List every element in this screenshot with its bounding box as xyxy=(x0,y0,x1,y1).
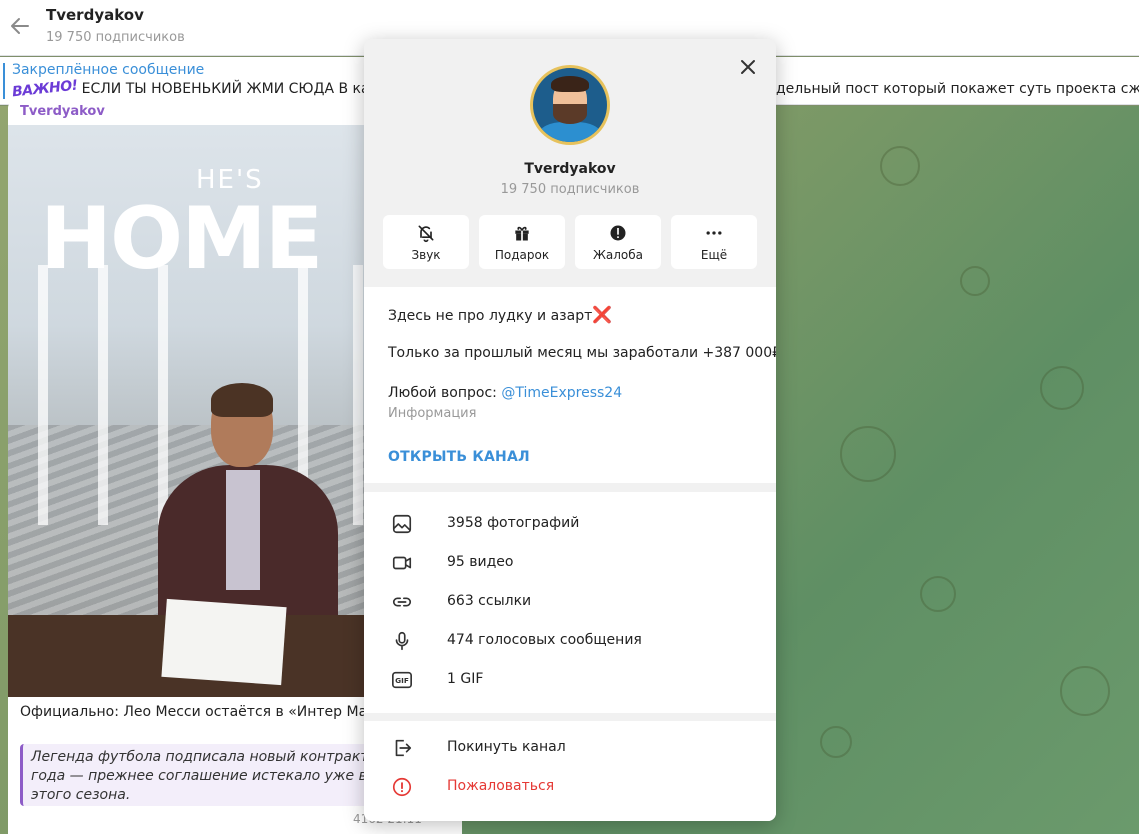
description-line-3: Любой вопрос: @TimeExpress24 xyxy=(388,385,622,401)
stadium-pillar xyxy=(38,265,48,525)
leave-icon xyxy=(395,739,412,757)
doodle-decoration xyxy=(1060,666,1110,716)
report-button[interactable]: Жалоба xyxy=(575,215,661,269)
contract-paper xyxy=(161,598,287,686)
contact-link[interactable]: @TimeExpress24 xyxy=(501,385,622,401)
svg-text:GIF: GIF xyxy=(395,676,409,685)
media-row-label: 663 ссылки xyxy=(447,593,532,609)
pinned-text: ВАЖНО! ЕСЛИ ТЫ НОВЕНЬКИЙ ЖМИ СЮДА В кан xyxy=(11,78,379,101)
pinned-text-tail: дельный пост который покажет суть проект… xyxy=(776,81,1139,97)
channel-avatar[interactable] xyxy=(530,65,610,145)
leave-channel-row[interactable]: Покинуть канал xyxy=(364,728,776,767)
photo-text-big: HOME xyxy=(40,189,323,289)
stadium-pillar xyxy=(158,265,168,525)
report-channel-label: Пожаловаться xyxy=(447,778,555,794)
more-button[interactable]: Ещё xyxy=(671,215,757,269)
media-row-photos[interactable]: 3958 фотографий xyxy=(364,504,776,543)
channel-description: Здесь не про лудку и азарт❌ Только за пр… xyxy=(364,287,776,483)
gift-button[interactable]: Подарок xyxy=(479,215,565,269)
media-row-label: 474 голосовых сообщения xyxy=(447,632,642,648)
post-caption: Официально: Лео Месси остаётся в «Интер … xyxy=(20,704,385,720)
media-row-label: 95 видео xyxy=(447,554,514,570)
channel-title[interactable]: Tverdyakov xyxy=(46,6,144,24)
shared-media-list: 3958 фотографий 95 видео 663 ссылки 474 … xyxy=(364,492,776,713)
info-caption: Информация xyxy=(388,406,477,421)
open-channel-button[interactable]: ОТКРЫТЬ КАНАЛ xyxy=(388,449,530,465)
alert-icon xyxy=(610,225,626,241)
report-button-label: Жалоба xyxy=(592,248,644,262)
avatar-beard xyxy=(553,104,587,124)
leave-channel-label: Покинуть канал xyxy=(447,739,566,755)
close-icon[interactable] xyxy=(736,55,760,79)
media-row-label: 1 GIF xyxy=(447,671,484,687)
media-row-videos[interactable]: 95 видео xyxy=(364,543,776,582)
media-row-voice[interactable]: 474 голосовых сообщения xyxy=(364,621,776,660)
doodle-decoration xyxy=(960,266,990,296)
more-button-label: Ещё xyxy=(700,248,728,262)
doodle-decoration xyxy=(920,576,956,612)
media-row-gifs[interactable]: GIF 1 GIF xyxy=(364,660,776,699)
description-line-1-text: Здесь не про лудку и азарт xyxy=(388,308,593,324)
modal-subscribers: 19 750 подписчиков xyxy=(500,182,640,197)
person-hair xyxy=(211,383,273,417)
pinned-text-content: ЕСЛИ ТЫ НОВЕНЬКИЙ ЖМИ СЮДА В кан xyxy=(81,81,379,97)
stadium-pillar xyxy=(98,265,108,525)
microphone-icon xyxy=(395,631,409,651)
post-author[interactable]: Tverdyakov xyxy=(20,104,105,119)
bell-off-icon xyxy=(418,225,434,243)
description-line-2: Только за прошлый месяц мы заработали +3… xyxy=(388,345,776,361)
pinned-indicator xyxy=(3,63,5,99)
doodle-decoration xyxy=(820,726,852,758)
cross-mark-icon: ❌ xyxy=(592,305,613,324)
gift-icon xyxy=(515,226,529,241)
channel-actions-list: Покинуть канал Пожаловаться xyxy=(364,721,776,821)
avatar-shirt xyxy=(539,122,601,142)
sound-button[interactable]: Звук xyxy=(383,215,469,269)
gift-button-label: Подарок xyxy=(494,248,550,262)
doodle-decoration xyxy=(880,146,920,186)
photo-icon xyxy=(392,514,412,534)
pinned-title: Закреплённое сообщение xyxy=(12,62,205,78)
back-arrow-icon[interactable] xyxy=(8,14,32,38)
description-line-1: Здесь не про лудку и азарт❌ xyxy=(388,305,612,324)
video-icon xyxy=(392,556,412,570)
modal-channel-name: Tverdyakov xyxy=(524,161,616,177)
doodle-decoration xyxy=(1040,366,1084,410)
sound-button-label: Звук xyxy=(411,248,441,262)
media-row-label: 3958 фотографий xyxy=(447,515,580,531)
description-line-3-prefix: Любой вопрос: xyxy=(388,385,502,401)
important-sticker: ВАЖНО! xyxy=(11,77,79,101)
doodle-decoration xyxy=(840,426,896,482)
report-channel-row[interactable]: Пожаловаться xyxy=(364,767,776,806)
media-row-links[interactable]: 663 ссылки xyxy=(364,582,776,621)
stadium-pillar xyxy=(353,265,363,525)
link-icon xyxy=(392,597,412,607)
gif-icon: GIF xyxy=(392,671,412,689)
person-shirt xyxy=(226,470,260,590)
action-buttons: Звук Подарок Жалоба Ещё xyxy=(383,215,757,269)
channel-subscribers: 19 750 подписчиков xyxy=(46,30,185,45)
warning-icon xyxy=(392,777,412,797)
more-icon xyxy=(706,231,722,235)
avatar-image xyxy=(533,68,607,142)
channel-info-modal: Tverdyakov 19 750 подписчиков Звук Подар… xyxy=(364,39,776,821)
avatar-hair xyxy=(551,76,589,92)
